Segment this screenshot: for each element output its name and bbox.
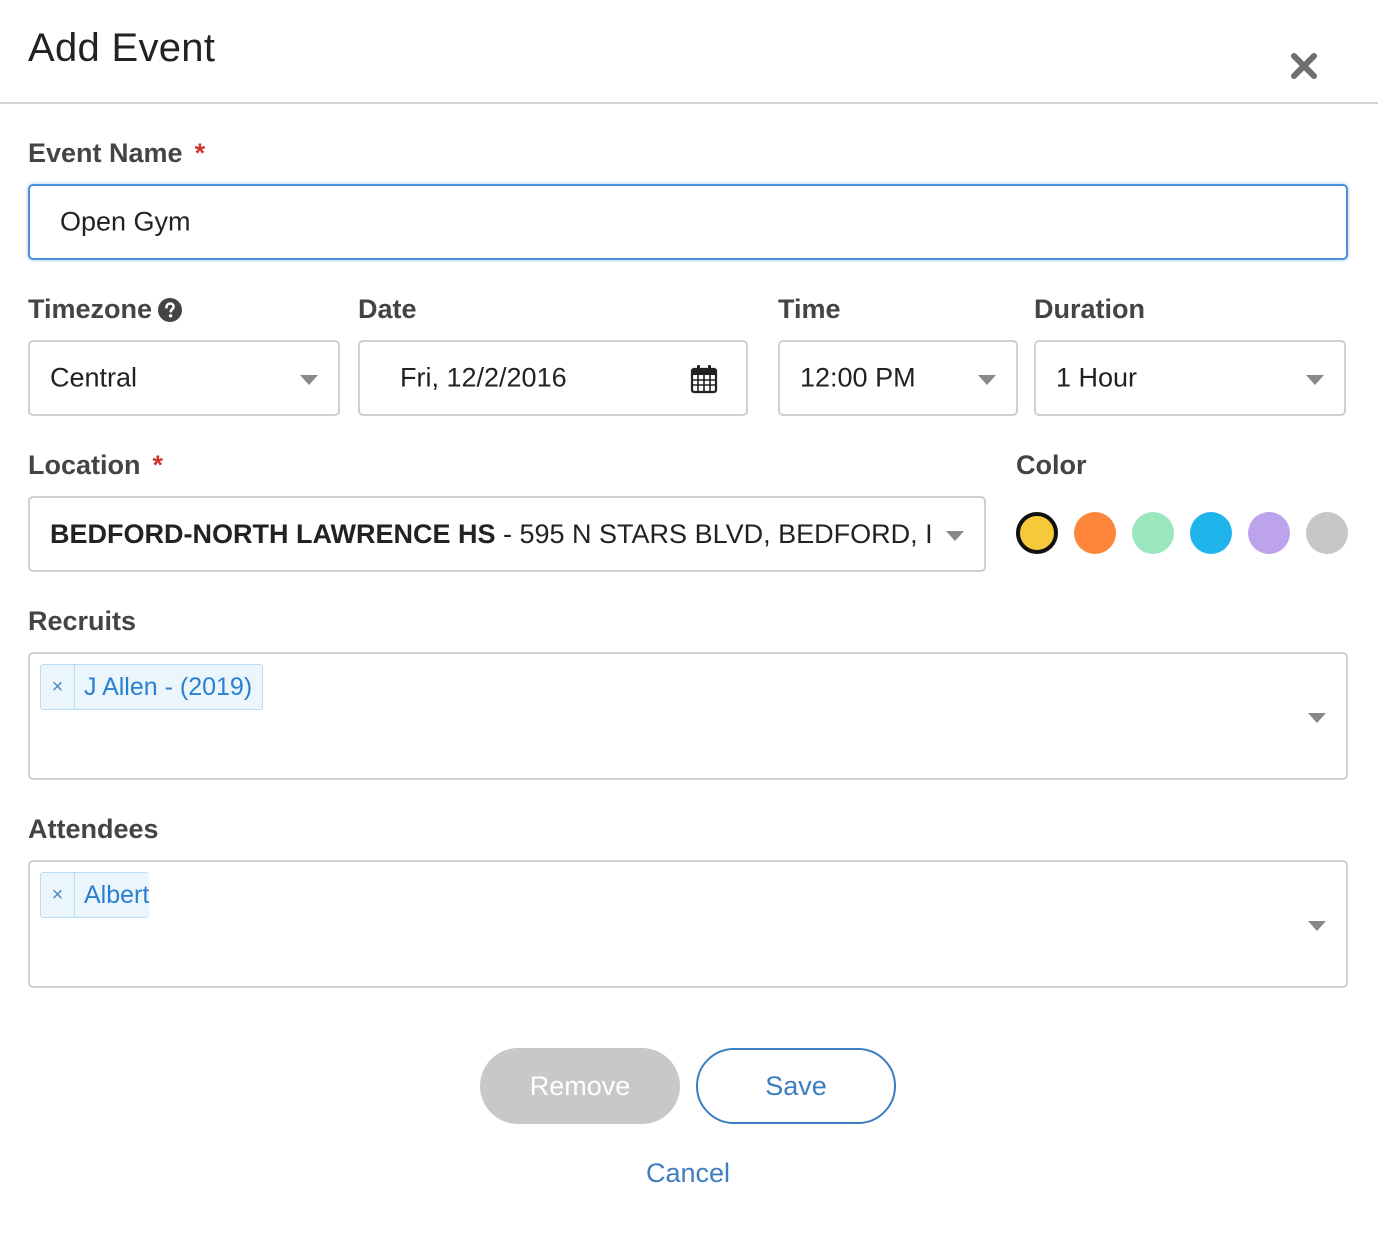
date-label: Date — [358, 294, 417, 324]
chevron-down-icon — [978, 375, 996, 385]
time-value: 12:00 PM — [800, 362, 916, 393]
location-value: BEDFORD-NORTH LAWRENCE HS - 595 N STARS … — [50, 498, 934, 570]
location-select[interactable]: BEDFORD-NORTH LAWRENCE HS - 595 N STARS … — [28, 496, 986, 572]
time-select[interactable]: 12:00 PM — [778, 340, 1018, 416]
remove-tag-icon[interactable]: × — [41, 873, 75, 917]
required-marker: * — [194, 138, 206, 168]
recruits-label: Recruits — [28, 606, 137, 636]
duration-value: 1 Hour — [1056, 362, 1138, 393]
date-value: Fri, 12/2/2016 — [400, 362, 567, 393]
timezone-select[interactable]: Central — [28, 340, 340, 416]
color-swatch-purple[interactable] — [1248, 512, 1290, 554]
chevron-down-icon — [1306, 375, 1324, 385]
color-swatch-yellow[interactable] — [1016, 512, 1058, 554]
save-button[interactable]: Save — [696, 1048, 896, 1124]
location-address: 595 N STARS BLVD, BEDFORD, IN 4 — [519, 518, 935, 549]
location-label: Location * — [28, 450, 164, 480]
event-name-value: Open Gym — [60, 206, 191, 237]
color-swatch-orange[interactable] — [1074, 512, 1116, 554]
chevron-down-icon — [300, 375, 318, 385]
modal-title: Add Event — [28, 26, 216, 70]
attendees-select[interactable]: × Albert — [28, 860, 1348, 988]
duration-label: Duration — [1034, 294, 1145, 324]
close-icon[interactable] — [1284, 46, 1324, 86]
duration-select[interactable]: 1 Hour — [1034, 340, 1346, 416]
attendees-label: Attendees — [28, 814, 159, 844]
recruit-tag-label: J Allen - (2019) — [84, 672, 253, 701]
attendee-tag: × Albert — [40, 872, 150, 918]
color-swatch-blue[interactable] — [1190, 512, 1232, 554]
event-name-input[interactable]: Open Gym — [28, 184, 1348, 260]
event-name-label: Event Name * — [28, 138, 206, 168]
time-label: Time — [778, 294, 841, 324]
chevron-down-icon — [1308, 713, 1326, 723]
remove-button[interactable]: Remove — [480, 1048, 680, 1124]
required-marker: * — [152, 450, 164, 480]
location-name: BEDFORD-NORTH LAWRENCE HS — [50, 518, 496, 549]
remove-tag-icon[interactable]: × — [41, 665, 75, 709]
modal-header: Add Event — [0, 0, 1378, 104]
color-swatch-gray[interactable] — [1306, 512, 1348, 554]
recruit-tag: × J Allen - (2019) — [40, 664, 264, 710]
attendee-tag-label: Albert — [84, 880, 150, 909]
color-label: Color — [1016, 450, 1087, 480]
location-separator: - — [495, 518, 520, 549]
help-icon[interactable] — [158, 297, 183, 322]
timezone-label: Timezone — [28, 294, 183, 325]
chevron-down-icon — [1308, 921, 1326, 931]
cancel-link[interactable]: Cancel — [600, 1158, 776, 1189]
calendar-icon[interactable] — [690, 364, 718, 399]
timezone-value: Central — [50, 362, 138, 393]
color-swatch-green[interactable] — [1132, 512, 1174, 554]
chevron-down-icon — [946, 531, 964, 541]
recruits-select[interactable]: × J Allen - (2019) — [28, 652, 1348, 780]
date-input[interactable]: Fri, 12/2/2016 — [358, 340, 748, 416]
